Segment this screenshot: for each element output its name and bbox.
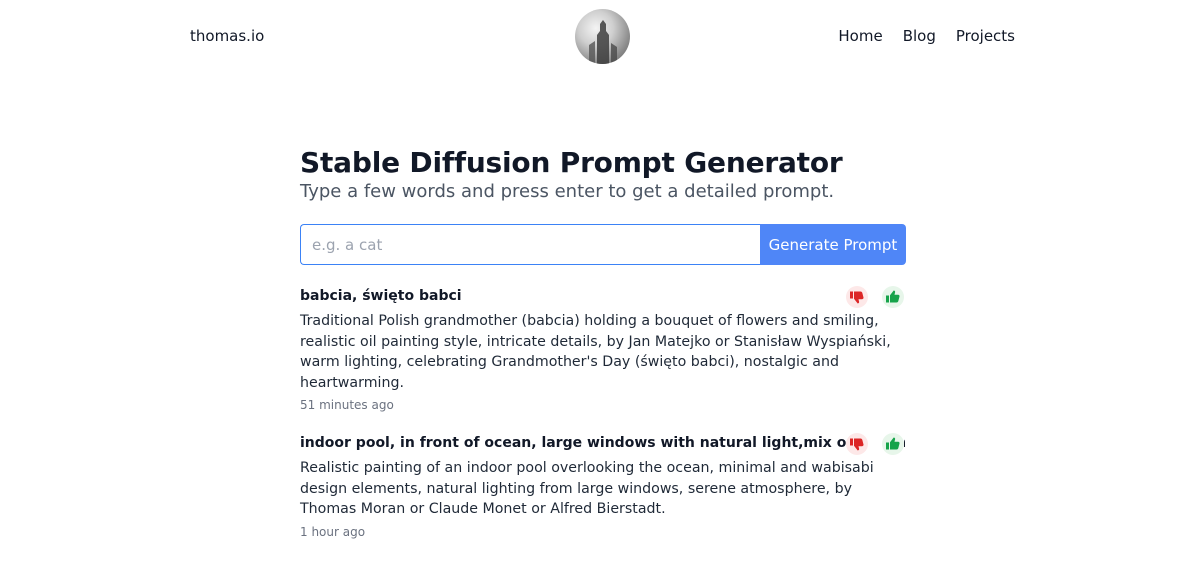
- page-subtitle: Type a few words and press enter to get …: [300, 181, 835, 202]
- prompt-item-title: babcia, święto babci: [300, 288, 462, 304]
- prompt-item: indoor pool, in front of ocean, large wi…: [300, 433, 906, 541]
- main-content: Stable Diffusion Prompt Generator Type a…: [300, 146, 906, 561]
- prompt-item-text: Traditional Polish grandmother (babcia) …: [300, 313, 891, 391]
- thumbs-up-icon: [886, 437, 900, 450]
- avatar-image: [589, 20, 617, 64]
- prompt-input[interactable]: [300, 224, 760, 265]
- prompt-list: babcia, święto babci Traditional Polish …: [300, 286, 906, 541]
- like-button[interactable]: [882, 433, 904, 455]
- prompt-item-time: 1 hour ago: [300, 524, 366, 539]
- thumbs-down-icon: [850, 291, 864, 304]
- main-nav: Home Blog Projects: [838, 27, 1015, 45]
- prompt-item-time: 51 minutes ago: [300, 398, 394, 412]
- prompt-form: Generate Prompt: [300, 224, 906, 265]
- dislike-button[interactable]: [846, 433, 868, 455]
- page-title: Stable Diffusion Prompt Generator: [300, 146, 843, 179]
- prompt-item-title: indoor pool, in front of ocean, large wi…: [300, 435, 906, 451]
- nav-home[interactable]: Home: [838, 27, 882, 45]
- vote-controls: [846, 433, 904, 455]
- dislike-button[interactable]: [846, 286, 868, 308]
- site-header: thomas.io Home Blog Projects: [0, 0, 1200, 74]
- thumbs-up-icon: [886, 290, 900, 303]
- prompt-item: babcia, święto babci Traditional Polish …: [300, 286, 906, 414]
- nav-projects[interactable]: Projects: [956, 27, 1015, 45]
- like-button[interactable]: [882, 286, 904, 308]
- avatar[interactable]: [575, 9, 630, 64]
- thumbs-down-icon: [850, 438, 864, 451]
- prompt-item-text: Realistic painting of an indoor pool ove…: [300, 460, 874, 517]
- brand-link[interactable]: thomas.io: [190, 27, 264, 45]
- vote-controls: [846, 286, 904, 308]
- generate-prompt-button[interactable]: Generate Prompt: [760, 224, 906, 265]
- nav-blog[interactable]: Blog: [903, 27, 936, 45]
